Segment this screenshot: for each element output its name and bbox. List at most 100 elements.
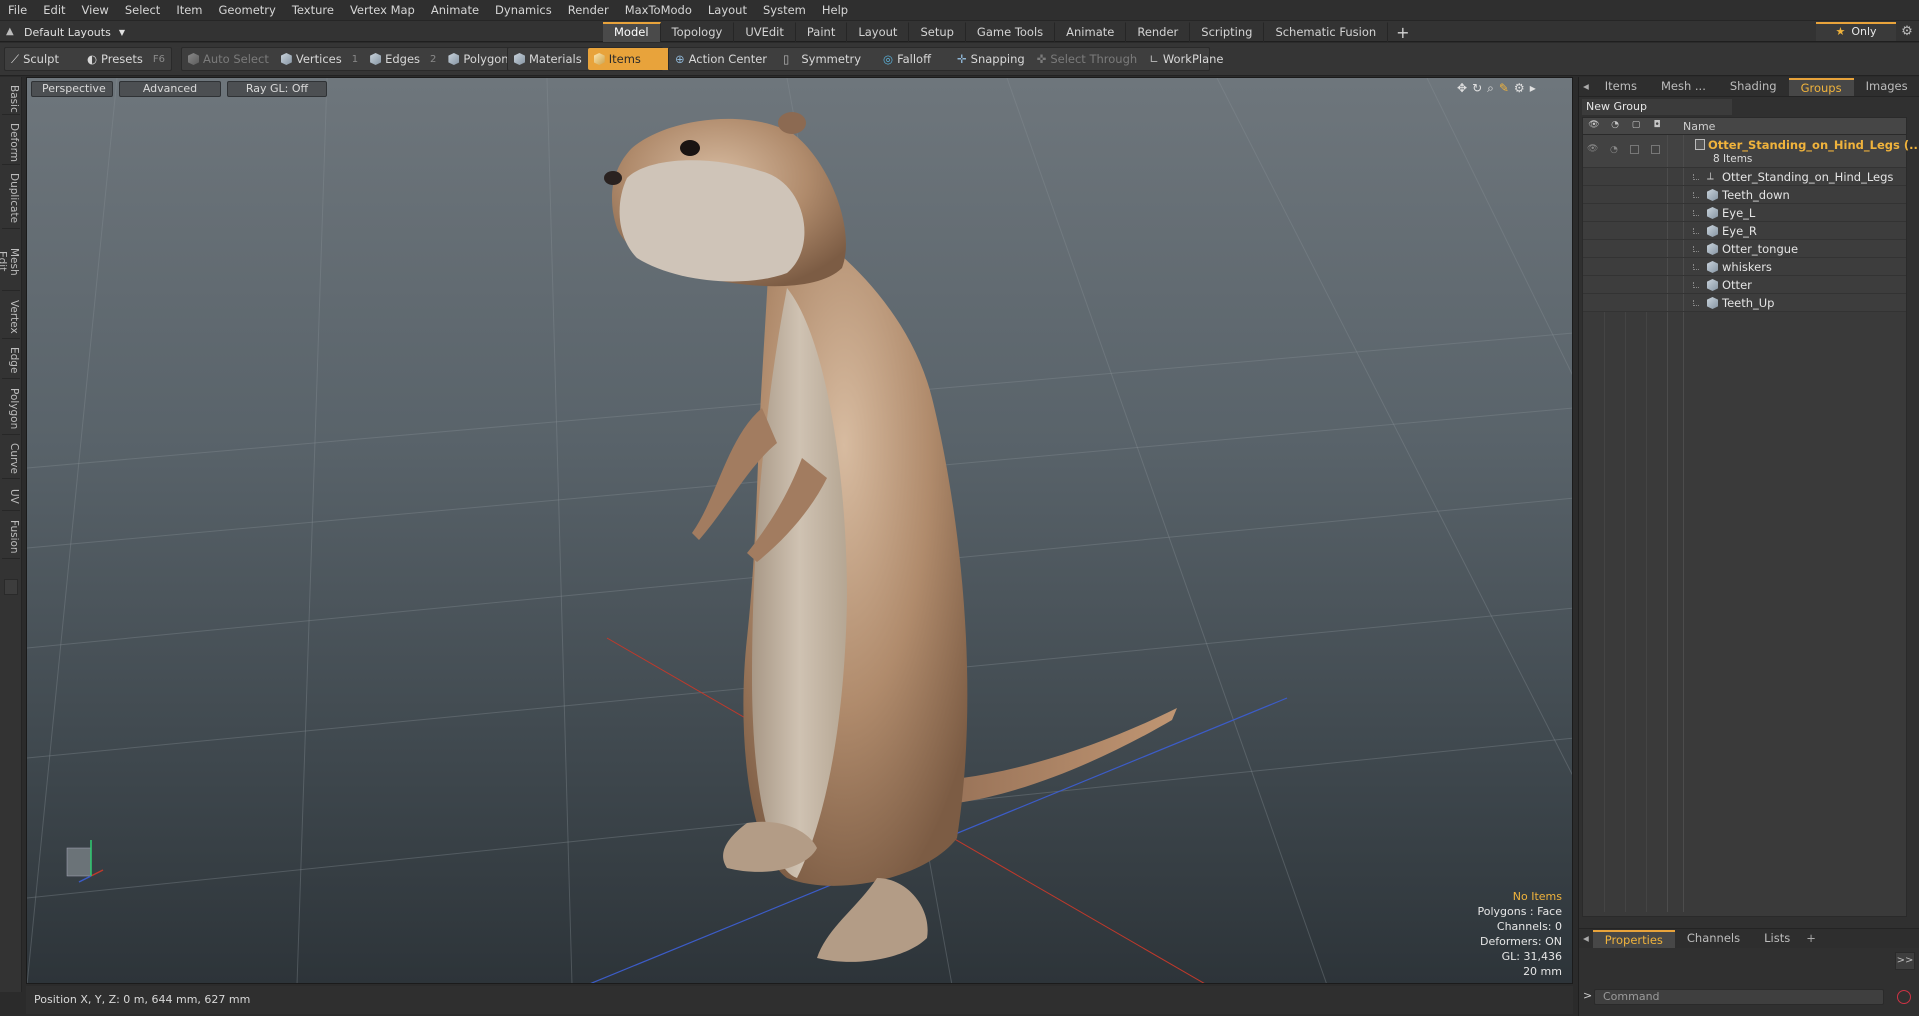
action-center-button[interactable]: ⊕ Action Center [669, 48, 773, 70]
list-item[interactable]: whiskers [1583, 258, 1906, 276]
list-item[interactable]: Teeth_Up [1583, 294, 1906, 312]
menu-help[interactable]: Help [814, 3, 856, 17]
falloff-button[interactable]: ◎ Falloff [877, 48, 937, 70]
menu-dynamics[interactable]: Dynamics [487, 3, 560, 17]
collapse-icon[interactable]: ▲ [6, 27, 16, 37]
tab-groups[interactable]: Groups [1788, 77, 1854, 96]
group-visibility-icon[interactable]: 👁 [1587, 144, 1598, 154]
visibility-column-icon[interactable]: 👁 [1587, 120, 1601, 132]
tab-images[interactable]: Images [1854, 77, 1919, 96]
tab-render[interactable]: Render [1126, 22, 1191, 42]
list-item[interactable]: Otter_tongue [1583, 240, 1906, 258]
list-item[interactable]: Otter [1583, 276, 1906, 294]
viewport-gear-icon[interactable]: ⚙ [1514, 81, 1525, 96]
add-tab-plus-icon[interactable]: + [1388, 22, 1417, 42]
list-empty-area[interactable] [1583, 312, 1906, 912]
sidebar-tab-curve[interactable]: Curve [2, 439, 20, 479]
select-column-icon[interactable]: ◘ [1650, 120, 1664, 132]
list-item[interactable]: Teeth_down [1583, 186, 1906, 204]
snapping-button[interactable]: ✛ Snapping [951, 48, 1031, 70]
brush-edit-icon[interactable]: ✎ [1499, 81, 1509, 96]
tab-channels[interactable]: Channels [1675, 929, 1752, 948]
add-lower-tab-icon[interactable]: + [1802, 929, 1820, 948]
list-item[interactable]: ⟂ Otter_Standing_on_Hind_Legs [1583, 168, 1906, 186]
expand-properties-button[interactable]: >> [1895, 952, 1915, 970]
gear-icon[interactable]: ⚙ [1898, 23, 1916, 41]
tab-layout[interactable]: Layout [847, 22, 910, 42]
group-row[interactable]: 👁 ◔ Otter_Standing_on_Hind_Legs (... 8 I… [1583, 135, 1919, 168]
menu-view[interactable]: View [74, 3, 117, 17]
rotate-icon[interactable]: ↻ [1472, 81, 1482, 96]
tab-items[interactable]: Items [1593, 77, 1649, 96]
sidebar-tab-basic[interactable]: Basic [2, 81, 20, 115]
menu-texture[interactable]: Texture [284, 3, 342, 17]
menu-file[interactable]: File [0, 3, 35, 17]
command-record-icon[interactable] [1897, 990, 1911, 1004]
auto-select-button[interactable]: Auto Select [182, 48, 275, 70]
group-lock-checkbox[interactable] [1630, 145, 1639, 154]
new-group-button[interactable]: New Group [1582, 99, 1732, 115]
presets-button[interactable]: ◐ Presets F6 [81, 48, 171, 70]
menu-system[interactable]: System [755, 3, 814, 17]
workplane-button[interactable]: ∟ WorkPlane [1143, 48, 1229, 70]
sidebar-tab-edge[interactable]: Edge [2, 343, 20, 379]
menu-edit[interactable]: Edit [35, 3, 73, 17]
sidebar-tab-fusion[interactable]: Fusion [2, 515, 20, 559]
group-render-icon[interactable]: ◔ [1610, 145, 1618, 155]
sidebar-tab-mesh-edit[interactable]: Mesh Edit [0, 233, 20, 291]
tab-schematic-fusion[interactable]: Schematic Fusion [1264, 22, 1389, 42]
advanced-button[interactable]: Advanced [119, 81, 221, 97]
tab-mesh[interactable]: Mesh ... [1649, 77, 1718, 96]
menu-geometry[interactable]: Geometry [211, 3, 284, 17]
list-item[interactable]: Eye_R [1583, 222, 1906, 240]
edges-key: 2 [430, 53, 437, 65]
layouts-dropdown[interactable]: ▲ Default Layouts ▼ [6, 23, 125, 41]
panel-menu-icon[interactable]: ◂ [1579, 77, 1593, 96]
tab-animate[interactable]: Animate [1055, 22, 1127, 42]
tab-topology[interactable]: Topology [661, 22, 735, 42]
lock-column-icon[interactable]: ▢ [1629, 120, 1643, 132]
lower-panel-menu-icon[interactable]: ◂ [1579, 929, 1593, 948]
materials-button[interactable]: Materials [508, 48, 588, 70]
sidebar-tab-polygon[interactable]: Polygon [2, 383, 20, 435]
edges-button[interactable]: Edges 2 [364, 48, 442, 70]
tab-uvedit[interactable]: UVEdit [734, 22, 796, 42]
menu-maxtomodo[interactable]: MaxToModo [617, 3, 700, 17]
vertices-button[interactable]: Vertices 1 [275, 48, 364, 70]
move-icon[interactable]: ✥ [1457, 81, 1467, 96]
name-column-header[interactable]: Name [1683, 120, 1715, 133]
tab-paint[interactable]: Paint [796, 22, 848, 42]
tab-game-tools[interactable]: Game Tools [966, 22, 1056, 42]
raygl-button[interactable]: Ray GL: Off [227, 81, 327, 97]
select-through-button[interactable]: ✜ Select Through [1031, 48, 1143, 70]
tab-properties[interactable]: Properties [1592, 929, 1675, 948]
tab-model[interactable]: Model [603, 22, 661, 42]
3d-viewport[interactable]: Perspective Advanced Ray GL: Off ✥ ↻ ⌕ ✎… [26, 77, 1573, 984]
only-button[interactable]: ★ Only [1816, 22, 1896, 41]
sidebar-tab-vertex[interactable]: Vertex [2, 295, 20, 339]
play-icon[interactable]: ▸ [1530, 81, 1536, 96]
groups-list[interactable]: 👁 ◔ ▢ ◘ Name 👁 ◔ Otter_Standing_on_Hind_… [1582, 117, 1919, 917]
sidebar-tab-duplicate[interactable]: Duplicate [2, 169, 20, 229]
menu-render[interactable]: Render [560, 3, 617, 17]
menu-item[interactable]: Item [168, 3, 210, 17]
sidebar-tab-deform[interactable]: Deform [2, 119, 20, 165]
tab-scripting[interactable]: Scripting [1190, 22, 1265, 42]
tab-shading[interactable]: Shading [1718, 77, 1789, 96]
symmetry-button[interactable]: ▯ Symmetry [777, 48, 867, 70]
zoom-icon[interactable]: ⌕ [1487, 81, 1494, 96]
menu-vertex-map[interactable]: Vertex Map [342, 3, 423, 17]
menu-select[interactable]: Select [117, 3, 168, 17]
sculpt-button[interactable]: ⟋ Sculpt [5, 48, 81, 70]
perspective-button[interactable]: Perspective [31, 81, 113, 97]
render-column-icon[interactable]: ◔ [1608, 120, 1622, 132]
group-select-checkbox[interactable] [1651, 145, 1660, 154]
command-input[interactable]: Command [1594, 989, 1884, 1005]
menu-animate[interactable]: Animate [423, 3, 487, 17]
tab-setup[interactable]: Setup [909, 22, 966, 42]
sidebar-small-button[interactable] [4, 579, 18, 595]
menu-layout[interactable]: Layout [700, 3, 755, 17]
list-item[interactable]: Eye_L [1583, 204, 1906, 222]
sidebar-tab-uv[interactable]: UV [2, 483, 20, 511]
tab-lists[interactable]: Lists [1752, 929, 1802, 948]
